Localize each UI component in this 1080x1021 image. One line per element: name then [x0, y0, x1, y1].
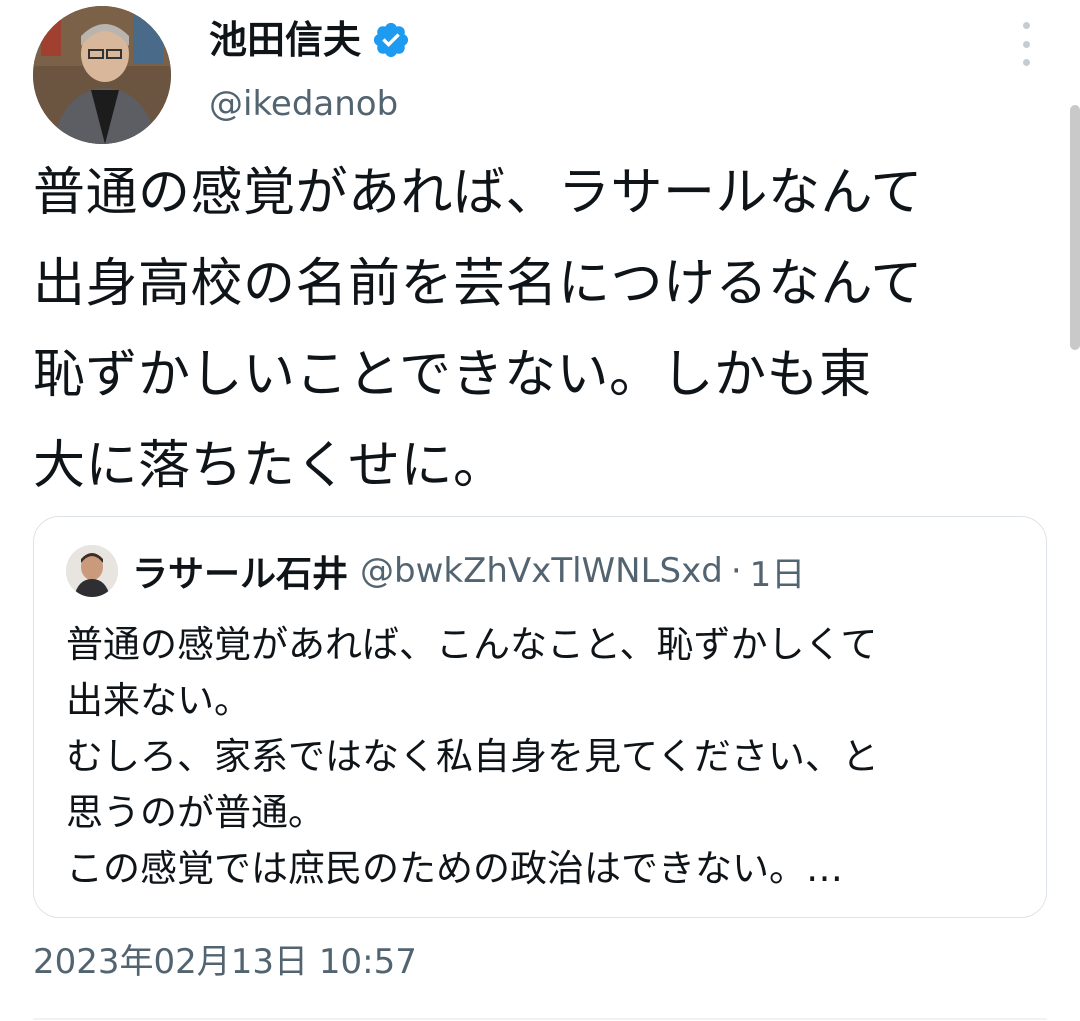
verified-badge-icon — [373, 22, 409, 58]
separator-dot: · — [730, 551, 742, 591]
scrollbar[interactable] — [1070, 105, 1080, 350]
quoted-author-name: ラサール石井 — [132, 554, 349, 595]
divider — [33, 1018, 1047, 1020]
quoted-tweet-text: 普通の感覚があれば、こんなこと、恥ずかしくて 出来ない。 むしろ、家系ではなく私… — [66, 623, 879, 890]
quoted-tweet-header: ラサール石井 @bwkZhVxTlWNLSxd · 1日 — [66, 545, 805, 597]
quoted-author-avatar — [66, 545, 118, 597]
quoted-tweet-card[interactable]: ラサール石井 @bwkZhVxTlWNLSxd · 1日 普通の感覚があれば、こ… — [33, 516, 1047, 918]
author-handle[interactable]: @ikedanob — [209, 80, 398, 128]
author-name-row[interactable]: 池田信夫 — [209, 16, 411, 64]
quoted-tweet-time: 1日 — [749, 554, 806, 595]
author-name[interactable]: 池田信夫 — [209, 16, 361, 64]
author-avatar[interactable] — [33, 6, 171, 144]
tweet-text: 普通の感覚があれば、ラサールなんて 出身高校の名前を芸名につけるなんて 恥ずかし… — [33, 163, 923, 496]
tweet-timestamp[interactable]: 2023年02月13日 10:57 — [33, 936, 417, 988]
quoted-author-handle: @bwkZhVxTlWNLSxd — [360, 551, 723, 591]
more-options-icon[interactable] — [1012, 22, 1040, 66]
